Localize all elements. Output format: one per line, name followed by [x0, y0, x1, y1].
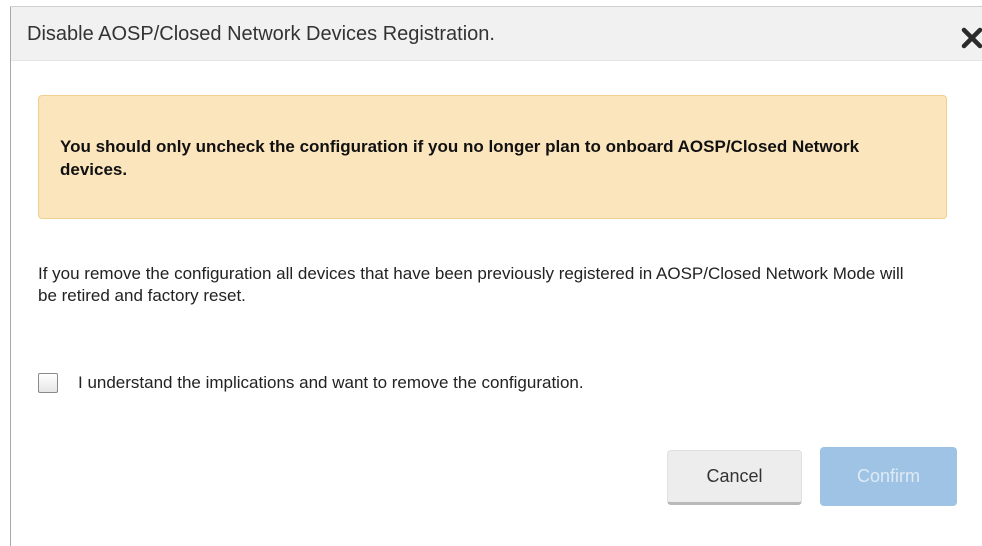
- dialog-border: [10, 6, 11, 546]
- close-icon: [961, 27, 982, 49]
- acknowledge-checkbox[interactable]: [38, 373, 58, 393]
- disable-registration-dialog: Disable AOSP/Closed Network Devices Regi…: [0, 0, 982, 546]
- warning-text: You should only uncheck the configuratio…: [60, 137, 860, 179]
- confirm-button[interactable]: Confirm: [820, 447, 957, 506]
- info-text: If you remove the configuration all devi…: [38, 264, 904, 305]
- dialog-title: Disable AOSP/Closed Network Devices Regi…: [27, 23, 495, 45]
- close-button[interactable]: [959, 25, 982, 51]
- acknowledge-row: I understand the implications and want t…: [38, 371, 584, 395]
- dialog-header: Disable AOSP/Closed Network Devices Regi…: [11, 7, 982, 61]
- cancel-button[interactable]: Cancel: [667, 450, 802, 505]
- acknowledge-label[interactable]: I understand the implications and want t…: [78, 373, 584, 393]
- warning-alert: You should only uncheck the configuratio…: [38, 95, 947, 219]
